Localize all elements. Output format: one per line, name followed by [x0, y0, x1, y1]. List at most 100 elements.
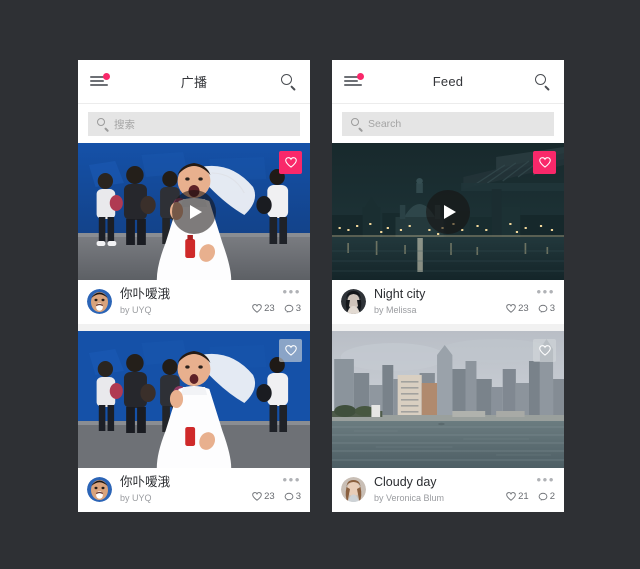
search-field-icon-lens [97, 118, 105, 126]
bride-blue-wall-photo [78, 331, 310, 468]
search-input[interactable]: Search [342, 112, 554, 136]
feed-card[interactable]: 你卟嗳涐 by UYQ ••• 23 3 [78, 331, 310, 512]
card-stats: 23 3 [252, 491, 301, 502]
post-author: by Veronica Blum [374, 493, 445, 503]
card-stats: 23 3 [506, 303, 555, 314]
post-title: 你卟嗳涐 [120, 475, 171, 489]
card-media[interactable] [78, 143, 310, 280]
comment-count-value: 3 [549, 303, 555, 314]
search-icon[interactable] [534, 73, 552, 91]
app-header: Feed [332, 60, 564, 104]
menu-bar-bottom [90, 84, 108, 86]
search-field-icon-handle [104, 127, 109, 132]
app-header: 广播 [78, 60, 310, 104]
favorite-button[interactable] [279, 339, 302, 362]
comment-count[interactable]: 2 [538, 491, 555, 502]
card-meta: 你卟嗳涐 by UYQ [120, 474, 170, 504]
phone-screen-broadcast: 广播 搜索 你卟嗳涐 by UYQ ••• 23 3 你卟嗳涐 by UYQ •… [78, 60, 310, 512]
hamburger-menu-icon[interactable] [344, 73, 366, 91]
heart-icon [538, 345, 551, 356]
more-options-icon[interactable]: ••• [252, 473, 301, 486]
search-field-icon-handle [358, 127, 363, 132]
search-placeholder: Search [368, 118, 402, 130]
comment-count-value: 3 [295, 491, 301, 502]
more-options-icon[interactable]: ••• [506, 473, 555, 486]
feed-card[interactable]: Cloudy day by Veronica Blum ••• 21 2 [332, 331, 564, 512]
avatar[interactable] [341, 289, 366, 314]
post-title: 你卟嗳涐 [120, 287, 171, 301]
search-bar-container: 搜索 [78, 104, 310, 143]
page-title: 广播 [180, 75, 208, 90]
avatar[interactable] [87, 289, 112, 314]
search-icon[interactable] [280, 73, 298, 91]
more-options-icon[interactable]: ••• [252, 285, 301, 298]
search-input[interactable]: 搜索 [88, 112, 300, 136]
feed-card[interactable]: 你卟嗳涐 by UYQ ••• 23 3 [78, 143, 310, 324]
like-count-value: 23 [264, 303, 275, 314]
heart-icon [284, 345, 297, 356]
card-media[interactable] [332, 331, 564, 468]
post-author: by UYQ [120, 493, 152, 503]
card-actions: ••• 21 2 [506, 473, 555, 502]
more-options-icon[interactable]: ••• [506, 285, 555, 298]
card-info: Cloudy day by Veronica Blum ••• 21 2 [332, 468, 564, 512]
card-media[interactable] [78, 331, 310, 468]
post-title: Night city [374, 287, 426, 301]
card-divider [78, 324, 310, 331]
card-meta: Night city by Melissa [374, 286, 425, 316]
like-count-value: 21 [518, 491, 529, 502]
notification-badge-dot [357, 73, 364, 80]
post-author: by UYQ [120, 305, 152, 315]
favorite-button[interactable] [533, 151, 556, 174]
search-placeholder: 搜索 [114, 118, 135, 131]
comment-icon [538, 492, 548, 501]
comment-icon [538, 304, 548, 313]
comment-count[interactable]: 3 [284, 491, 301, 502]
like-count[interactable]: 23 [252, 491, 275, 502]
comment-icon [284, 492, 294, 501]
heart-icon [252, 492, 262, 501]
heart-icon [506, 492, 516, 501]
search-icon-lens [535, 74, 546, 85]
card-info: 你卟嗳涐 by UYQ ••• 23 3 [78, 280, 310, 324]
comment-count-value: 3 [295, 303, 301, 314]
menu-bar-middle [344, 80, 358, 82]
page-title: Feed [432, 74, 464, 89]
feed-card[interactable]: Night city by Melissa ••• 23 3 [332, 143, 564, 324]
app-mockup-canvas: 广播 搜索 你卟嗳涐 by UYQ ••• 23 3 你卟嗳涐 by UYQ •… [0, 0, 640, 569]
heart-icon [506, 304, 516, 313]
post-author: by Melissa [374, 305, 417, 315]
card-actions: ••• 23 3 [252, 285, 301, 314]
like-count-value: 23 [518, 303, 529, 314]
card-actions: ••• 23 3 [252, 473, 301, 502]
card-meta: Cloudy day by Veronica Blum [374, 474, 444, 504]
heart-icon [252, 304, 262, 313]
play-triangle [443, 204, 456, 219]
post-title: Cloudy day [374, 475, 437, 489]
comment-count[interactable]: 3 [538, 303, 555, 314]
like-count-value: 23 [264, 491, 275, 502]
heart-icon [538, 157, 551, 168]
like-count[interactable]: 23 [252, 303, 275, 314]
search-icon-handle [544, 85, 550, 91]
favorite-button[interactable] [533, 339, 556, 362]
notification-badge-dot [103, 73, 110, 80]
card-stats: 23 3 [252, 303, 301, 314]
card-info: Night city by Melissa ••• 23 3 [332, 280, 564, 324]
cloudy-day-harbour-photo [332, 331, 564, 468]
avatar[interactable] [341, 477, 366, 502]
like-count[interactable]: 21 [506, 491, 529, 502]
avatar[interactable] [87, 477, 112, 502]
search-field-icon-lens [351, 118, 359, 126]
hamburger-menu-icon[interactable] [90, 73, 112, 91]
comment-icon [284, 304, 294, 313]
search-icon-lens [281, 74, 292, 85]
favorite-button[interactable] [279, 151, 302, 174]
comment-count[interactable]: 3 [284, 303, 301, 314]
card-info: 你卟嗳涐 by UYQ ••• 23 3 [78, 468, 310, 512]
card-media[interactable] [332, 143, 564, 280]
play-icon[interactable] [172, 189, 216, 234]
play-icon[interactable] [426, 189, 470, 234]
play-triangle [189, 204, 202, 219]
like-count[interactable]: 23 [506, 303, 529, 314]
